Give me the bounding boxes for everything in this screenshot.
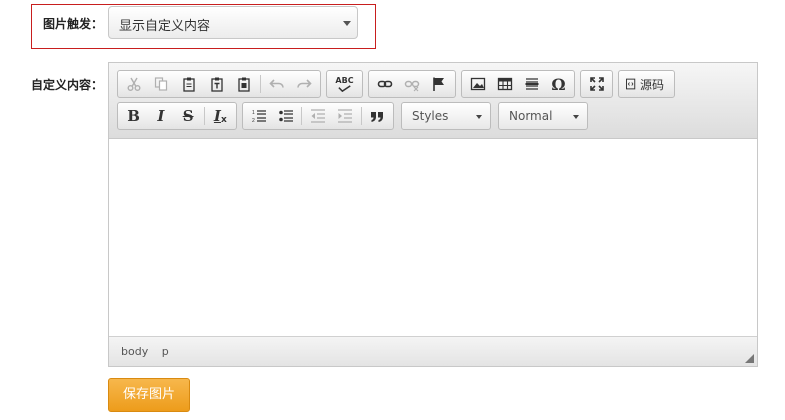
strike-label: S (182, 107, 194, 125)
link-icon[interactable] (371, 72, 398, 96)
basic-style-group: B I S Ix (117, 102, 237, 130)
maximize-icon[interactable] (583, 72, 610, 96)
spellcheck-group: ABC (326, 70, 363, 98)
toolbar-separator (360, 107, 362, 125)
paste-text-icon[interactable] (203, 72, 231, 96)
numbered-list-icon[interactable]: 12 (245, 104, 272, 128)
trigger-label: 图片触发： (43, 17, 104, 31)
image-icon[interactable] (464, 72, 491, 96)
styles-combo[interactable]: Styles (401, 102, 491, 130)
editor-statusbar: body p (109, 336, 757, 366)
special-char-label: Ω (551, 74, 566, 94)
source-button[interactable]: 源码 (621, 72, 672, 96)
source-label: 源码 (640, 77, 665, 92)
styles-combo-value: Styles (412, 109, 449, 123)
undo-icon[interactable] (263, 72, 291, 96)
anchor-flag-icon[interactable] (426, 72, 453, 96)
redo-icon[interactable] (290, 72, 318, 96)
table-icon[interactable] (491, 72, 518, 96)
toolbar-separator (259, 75, 261, 93)
rich-text-editor: ABC Ω 源码 B I S I x 1 2 Styles Normal bod… (108, 62, 758, 367)
editor-content-area[interactable] (109, 140, 757, 337)
special-char-icon[interactable]: Ω (545, 72, 572, 96)
caret-down-icon (476, 115, 482, 119)
source-icon (626, 78, 636, 90)
bold-label: B (127, 107, 140, 125)
cut-icon[interactable] (120, 72, 148, 96)
link-group (368, 70, 456, 98)
toolbar-separator (301, 107, 303, 125)
caret-down-icon (573, 115, 579, 119)
horizontal-rule-icon[interactable] (518, 72, 545, 96)
path-item-p[interactable]: p (162, 345, 169, 358)
copy-icon[interactable] (148, 72, 176, 96)
save-image-button[interactable]: 保存图片 (108, 378, 190, 412)
italic-label: I (157, 107, 165, 125)
source-group: 源码 (618, 70, 675, 98)
remove-format-sub: x (220, 115, 227, 125)
spellcheck-button[interactable]: ABC (329, 72, 360, 96)
outdent-icon[interactable] (304, 104, 331, 128)
bulleted-list-icon[interactable] (272, 104, 299, 128)
trigger-select-value: 显示自定义内容 (119, 19, 211, 34)
spellcheck-label: ABC (335, 75, 354, 85)
content-label: 自定义内容： (31, 78, 104, 92)
unlink-icon[interactable] (398, 72, 425, 96)
clipboard-group (117, 70, 321, 98)
format-combo[interactable]: Normal (498, 102, 588, 130)
paste-word-icon[interactable] (230, 72, 258, 96)
svg-text:2: 2 (252, 118, 255, 124)
trigger-select[interactable]: 显示自定义内容 (108, 6, 358, 39)
path-item-body[interactable]: body (121, 345, 148, 358)
bold-button[interactable]: B (120, 104, 147, 128)
maximize-group (580, 70, 613, 98)
remove-format-label: I (213, 107, 221, 125)
toolbar-separator (203, 107, 205, 125)
strike-button[interactable]: S (175, 104, 202, 128)
insert-group: Ω (461, 70, 575, 98)
remove-format-button[interactable]: Ix (207, 104, 234, 128)
italic-button[interactable]: I (147, 104, 174, 128)
paste-icon[interactable] (175, 72, 203, 96)
svg-text:1: 1 (252, 110, 255, 116)
paragraph-group: 12 (242, 102, 394, 130)
editor-toolbar: ABC Ω 源码 B I S I x 1 2 Styles Normal (109, 63, 757, 139)
format-combo-value: Normal (509, 109, 553, 123)
caret-down-icon (343, 21, 351, 26)
indent-icon[interactable] (332, 104, 359, 128)
resize-handle-icon[interactable] (745, 354, 754, 363)
blockquote-icon[interactable] (364, 104, 391, 128)
